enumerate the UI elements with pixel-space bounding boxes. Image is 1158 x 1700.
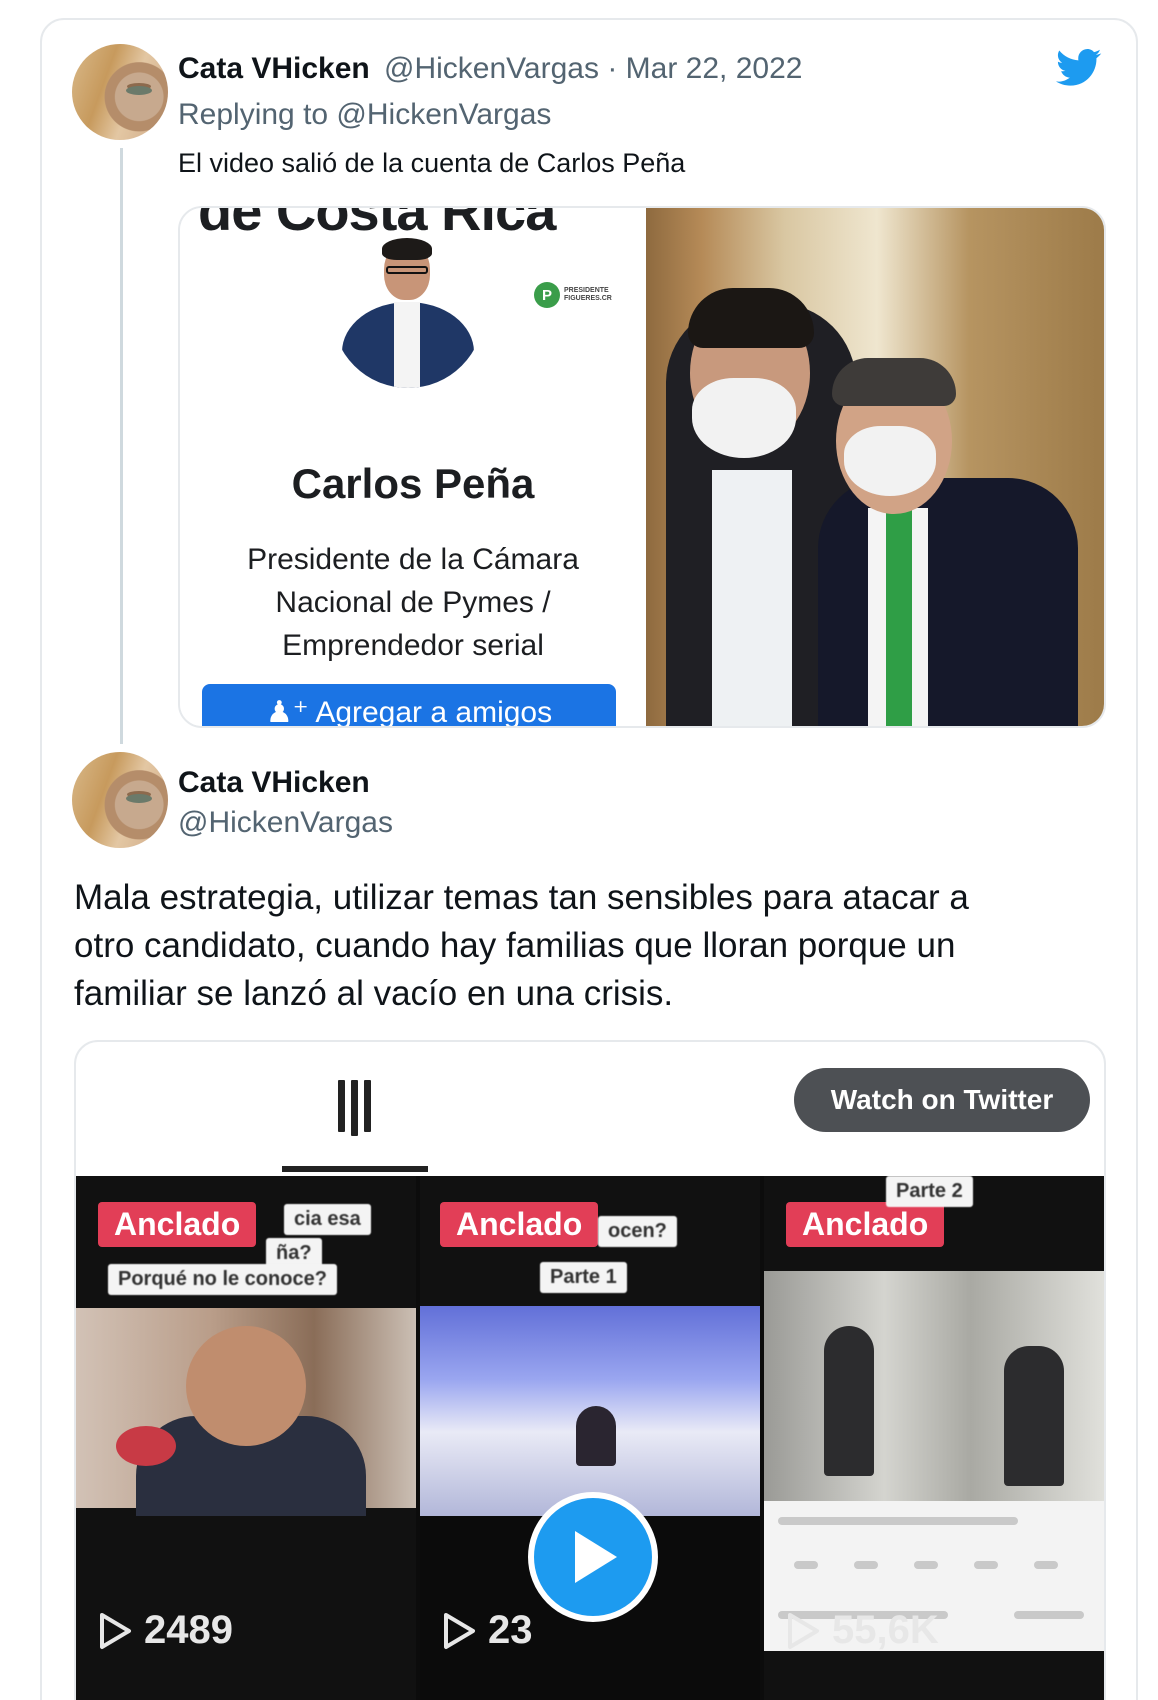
pinned-badge: Anclado	[98, 1202, 257, 1247]
main-display-name[interactable]: Cata VHicken	[178, 766, 370, 800]
clip-view-count: 23	[488, 1608, 533, 1652]
bars-icon	[338, 1080, 371, 1136]
main-tweet-line: Mala estrategia, utilizar temas tan sens…	[74, 878, 969, 917]
video-player[interactable]: Watch on Twitter Anclado cia esa ña? Por…	[74, 1040, 1106, 1700]
video-clip-thumbnail: Anclado Parte 2 55,6K	[764, 1176, 1104, 1700]
avatar-eye	[126, 794, 152, 803]
clip-note: ocen?	[598, 1216, 677, 1247]
profile-bio-line: Presidente de la Cámara	[247, 543, 579, 576]
reply-handle-text[interactable]: @HickenVargas	[384, 52, 599, 85]
clip-note: Porqué no le conoce?	[108, 1264, 337, 1295]
avatar[interactable]	[72, 44, 168, 140]
main-handle[interactable]: @HickenVargas	[178, 806, 393, 840]
reply-text: El video salió de la cuenta de Carlos Pe…	[178, 148, 686, 178]
pinned-badge: Anclado	[440, 1202, 599, 1247]
clip-view-count: 2489	[144, 1608, 233, 1652]
main-tweet-text: Mala estrategia, utilizar temas tan sens…	[74, 874, 969, 1018]
avatar[interactable]	[72, 752, 168, 848]
play-outline-icon	[788, 1612, 819, 1649]
video-clip-thumbnail: Anclado cia esa ña? Porqué no le conoce?…	[76, 1176, 416, 1700]
reply-display-name[interactable]: Cata VHicken	[178, 52, 370, 86]
play-outline-icon	[100, 1612, 131, 1649]
profile-card-image[interactable]: de Costa Rica P PRESIDENTE FIGUERES.CR C…	[180, 206, 646, 728]
masked-men-photo[interactable]	[646, 208, 1104, 726]
tab-underline	[282, 1166, 428, 1172]
clip-note: cia esa	[284, 1204, 371, 1235]
add-friend-button: ♟⁺ Agregar a amigos	[202, 684, 616, 728]
clip-note: Parte 2	[886, 1176, 973, 1207]
clip-views: 23	[442, 1608, 533, 1653]
play-icon	[575, 1531, 617, 1583]
play-outline-icon	[444, 1612, 475, 1649]
watch-on-twitter-button[interactable]: Watch on Twitter	[794, 1068, 1090, 1132]
clip-views: 2489	[98, 1608, 233, 1653]
reply-date[interactable]: Mar 22, 2022	[626, 52, 803, 85]
clip-views: 55,6K	[786, 1608, 939, 1653]
profile-photo	[332, 236, 484, 388]
twitter-bird-icon[interactable]	[1056, 48, 1102, 88]
party-logo: P PRESIDENTE FIGUERES.CR	[534, 282, 612, 308]
main-tweet-line: familiar se lanzó al vacío en una crisis…	[74, 974, 674, 1013]
clip-view-count: 55,6K	[832, 1608, 939, 1652]
meta-separator: ·	[607, 52, 618, 85]
play-video-button[interactable]	[528, 1492, 658, 1622]
avatar-eye	[126, 86, 152, 95]
party-logo-icon: P	[534, 282, 560, 308]
thread-line	[120, 148, 123, 744]
clip-note: Parte 1	[540, 1262, 627, 1293]
profile-bio-line: Nacional de Pymes /	[275, 586, 551, 619]
add-friend-icon: ♟⁺	[265, 696, 309, 728]
add-friend-label: Agregar a amigos	[315, 696, 553, 728]
profile-bio-line: Emprendedor serial	[282, 629, 544, 662]
reply-media[interactable]: de Costa Rica P PRESIDENTE FIGUERES.CR C…	[178, 206, 1106, 728]
profile-bio: Presidente de la Cámara Nacional de Pyme…	[180, 538, 646, 667]
pinned-badge: Anclado	[786, 1202, 945, 1247]
profile-name: Carlos Peña	[291, 460, 535, 507]
party-logo-label: PRESIDENTE FIGUERES.CR	[564, 287, 612, 302]
reply-handle[interactable]: @HickenVargas · Mar 22, 2022	[384, 52, 802, 86]
main-tweet-line: otro candidato, cuando hay familias que …	[74, 926, 956, 965]
replying-to[interactable]: Replying to @HickenVargas	[178, 98, 551, 132]
profile-card-header: de Costa Rica	[198, 206, 556, 242]
